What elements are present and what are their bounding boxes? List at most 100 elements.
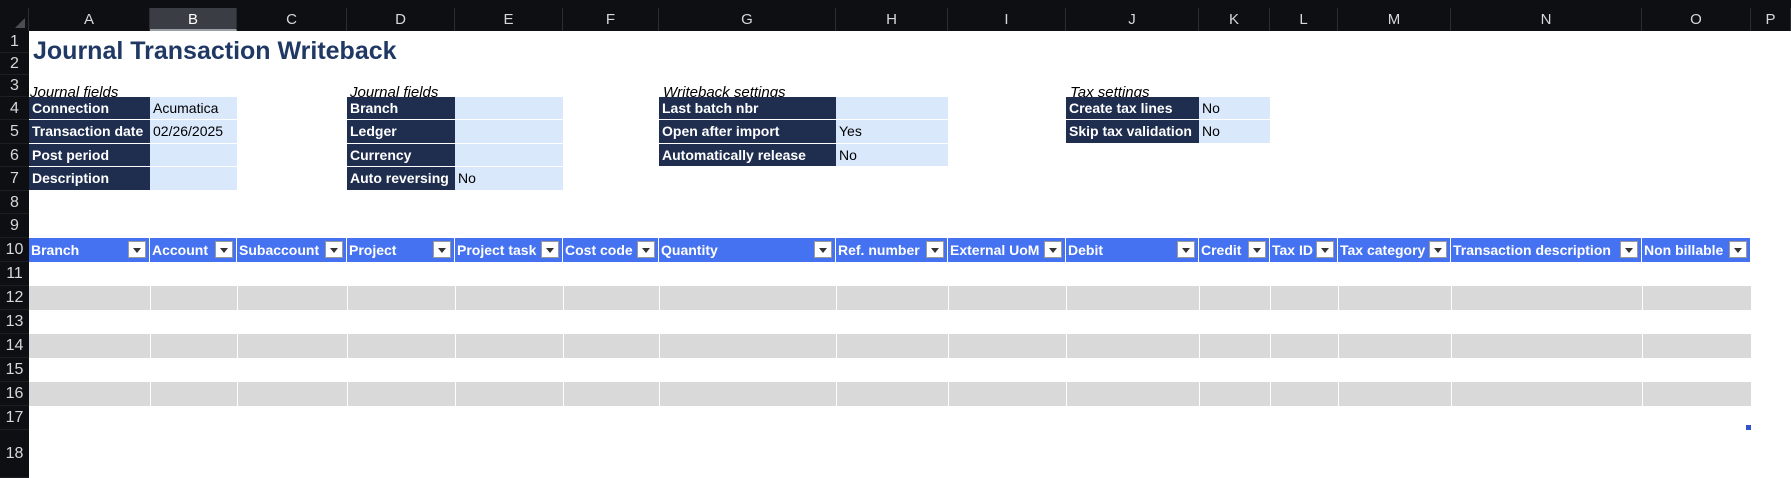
filter-dropdown-icon[interactable] bbox=[1729, 241, 1747, 258]
column-branch-header[interactable]: Branch bbox=[29, 238, 150, 262]
filter-dropdown-icon[interactable] bbox=[433, 241, 451, 258]
row-header-17[interactable]: 17 bbox=[0, 406, 29, 430]
table-row[interactable] bbox=[29, 310, 1751, 334]
filter-dropdown-icon[interactable] bbox=[637, 241, 655, 258]
column-header-h[interactable]: H bbox=[836, 8, 948, 31]
journal-fields-1-transaction-date-value[interactable]: 02/26/2025 bbox=[150, 120, 237, 144]
table-resize-handle[interactable] bbox=[1746, 425, 1751, 430]
filter-dropdown-icon[interactable] bbox=[1620, 241, 1638, 258]
filter-dropdown-icon[interactable] bbox=[541, 241, 559, 258]
cell-divider bbox=[150, 382, 151, 406]
column-header-d[interactable]: D bbox=[347, 8, 455, 31]
tax-settings-skip-tax-validation-value[interactable]: No bbox=[1199, 120, 1270, 144]
column-header-l[interactable]: L bbox=[1270, 8, 1338, 31]
row-header-15[interactable]: 15 bbox=[0, 358, 29, 382]
filter-dropdown-icon[interactable] bbox=[1044, 241, 1062, 258]
row-header-8[interactable]: 8 bbox=[0, 191, 29, 214]
column-project-task-header[interactable]: Project task bbox=[455, 238, 563, 262]
row-header-4[interactable]: 4 bbox=[0, 97, 29, 120]
column-header-m[interactable]: M bbox=[1338, 8, 1451, 31]
column-non-billable-header[interactable]: Non billable bbox=[1642, 238, 1751, 262]
row-header-2[interactable]: 2 bbox=[0, 53, 29, 75]
column-transaction-description-header[interactable]: Transaction description bbox=[1451, 238, 1642, 262]
row-header-5[interactable]: 5 bbox=[0, 120, 29, 144]
cell-divider bbox=[1642, 382, 1643, 406]
column-account-header[interactable]: Account bbox=[150, 238, 237, 262]
writeback-settings-open-after-import-value[interactable]: Yes bbox=[836, 120, 948, 144]
column-ref-number-header[interactable]: Ref. number bbox=[836, 238, 948, 262]
table-row[interactable] bbox=[29, 262, 1751, 286]
row-header-13[interactable]: 13 bbox=[0, 310, 29, 334]
journal-fields-2-ledger-value[interactable] bbox=[455, 120, 563, 144]
cell-divider bbox=[1199, 286, 1200, 310]
column-external-uom-header[interactable]: External UoM bbox=[948, 238, 1066, 262]
column-header-e[interactable]: E bbox=[455, 8, 563, 31]
row-header-3[interactable]: 3 bbox=[0, 75, 29, 97]
row-header-10[interactable]: 10 bbox=[0, 238, 29, 262]
column-project-header[interactable]: Project bbox=[347, 238, 455, 262]
tax-settings-skip-tax-validation-label: Skip tax validation bbox=[1066, 120, 1199, 144]
table-row[interactable] bbox=[29, 286, 1751, 310]
column-quantity-header[interactable]: Quantity bbox=[659, 238, 836, 262]
journal-fields-1-transaction-date-label: Transaction date bbox=[29, 120, 150, 144]
row-header-14[interactable]: 14 bbox=[0, 334, 29, 358]
column-header-j[interactable]: J bbox=[1066, 8, 1199, 31]
writeback-settings-last-batch-nbr-label: Last batch nbr bbox=[659, 97, 836, 120]
filter-dropdown-icon[interactable] bbox=[1429, 241, 1447, 258]
row-header-11[interactable]: 11 bbox=[0, 262, 29, 286]
filter-dropdown-icon[interactable] bbox=[325, 241, 343, 258]
filter-dropdown-icon[interactable] bbox=[1177, 241, 1195, 258]
journal-fields-1-post-period-value[interactable] bbox=[150, 144, 237, 167]
cell-divider bbox=[347, 286, 348, 310]
column-header-o[interactable]: O bbox=[1642, 8, 1751, 31]
spreadsheet: ABCDEFGHIJKLMNOP 1 2 3 4 5 6 7 8 9 10 11 12 13 14 15 16… bbox=[0, 0, 1791, 478]
row-header-6[interactable]: 6 bbox=[0, 144, 29, 167]
table-row[interactable] bbox=[29, 358, 1751, 382]
table-row[interactable] bbox=[29, 382, 1751, 406]
filter-dropdown-icon[interactable] bbox=[926, 241, 944, 258]
row-header-18[interactable]: 18 bbox=[0, 430, 29, 478]
column-header-k[interactable]: K bbox=[1199, 8, 1270, 31]
cell-divider bbox=[563, 382, 564, 406]
column-header-c[interactable]: C bbox=[237, 8, 347, 31]
column-tax-category-header[interactable]: Tax category bbox=[1338, 238, 1451, 262]
row-header-16[interactable]: 16 bbox=[0, 382, 29, 406]
column-header-f[interactable]: F bbox=[563, 8, 659, 31]
writeback-settings-last-batch-nbr-value[interactable] bbox=[836, 97, 948, 120]
column-header-n[interactable]: N bbox=[1451, 8, 1642, 31]
row-header-7[interactable]: 7 bbox=[0, 167, 29, 191]
journal-fields-1-connection-label: Connection bbox=[29, 97, 150, 120]
cell-divider bbox=[563, 286, 564, 310]
cell-divider bbox=[563, 334, 564, 358]
writeback-settings-automatically-release-value[interactable]: No bbox=[836, 144, 948, 167]
column-debit-header[interactable]: Debit bbox=[1066, 238, 1199, 262]
filter-dropdown-icon[interactable] bbox=[1248, 241, 1266, 258]
column-subaccount-header[interactable]: Subaccount bbox=[237, 238, 347, 262]
row-header-1[interactable]: 1 bbox=[0, 31, 29, 53]
filter-dropdown-icon[interactable] bbox=[128, 241, 146, 258]
column-header-a[interactable]: A bbox=[29, 8, 150, 31]
filter-dropdown-icon[interactable] bbox=[1316, 241, 1334, 258]
journal-fields-1-description-value[interactable] bbox=[150, 167, 237, 191]
column-header-i[interactable]: I bbox=[948, 8, 1066, 31]
journal-fields-2-auto-reversing-value[interactable]: No bbox=[455, 167, 563, 191]
filter-dropdown-icon[interactable] bbox=[814, 241, 832, 258]
row-header-12[interactable]: 12 bbox=[0, 286, 29, 310]
table-row[interactable] bbox=[29, 334, 1751, 358]
select-all-button[interactable] bbox=[0, 8, 29, 31]
column-header-b[interactable]: B bbox=[150, 8, 237, 31]
column-header-g[interactable]: G bbox=[659, 8, 836, 31]
column-credit-header[interactable]: Credit bbox=[1199, 238, 1270, 262]
column-tax-id-header[interactable]: Tax ID bbox=[1270, 238, 1338, 262]
tax-settings-create-tax-lines-value[interactable]: No bbox=[1199, 97, 1270, 120]
cell-divider bbox=[659, 382, 660, 406]
column-cost-code-header[interactable]: Cost code bbox=[563, 238, 659, 262]
filter-dropdown-icon[interactable] bbox=[215, 241, 233, 258]
journal-fields-2-branch-value[interactable] bbox=[455, 97, 563, 120]
journal-fields-1-connection-value[interactable]: Acumatica bbox=[150, 97, 237, 120]
journal-fields-2-currency-value[interactable] bbox=[455, 144, 563, 167]
column-header-p[interactable]: P bbox=[1751, 8, 1791, 31]
cell-divider bbox=[347, 382, 348, 406]
row-header-9[interactable]: 9 bbox=[0, 214, 29, 238]
journal-fields-1-description-label: Description bbox=[29, 167, 150, 191]
